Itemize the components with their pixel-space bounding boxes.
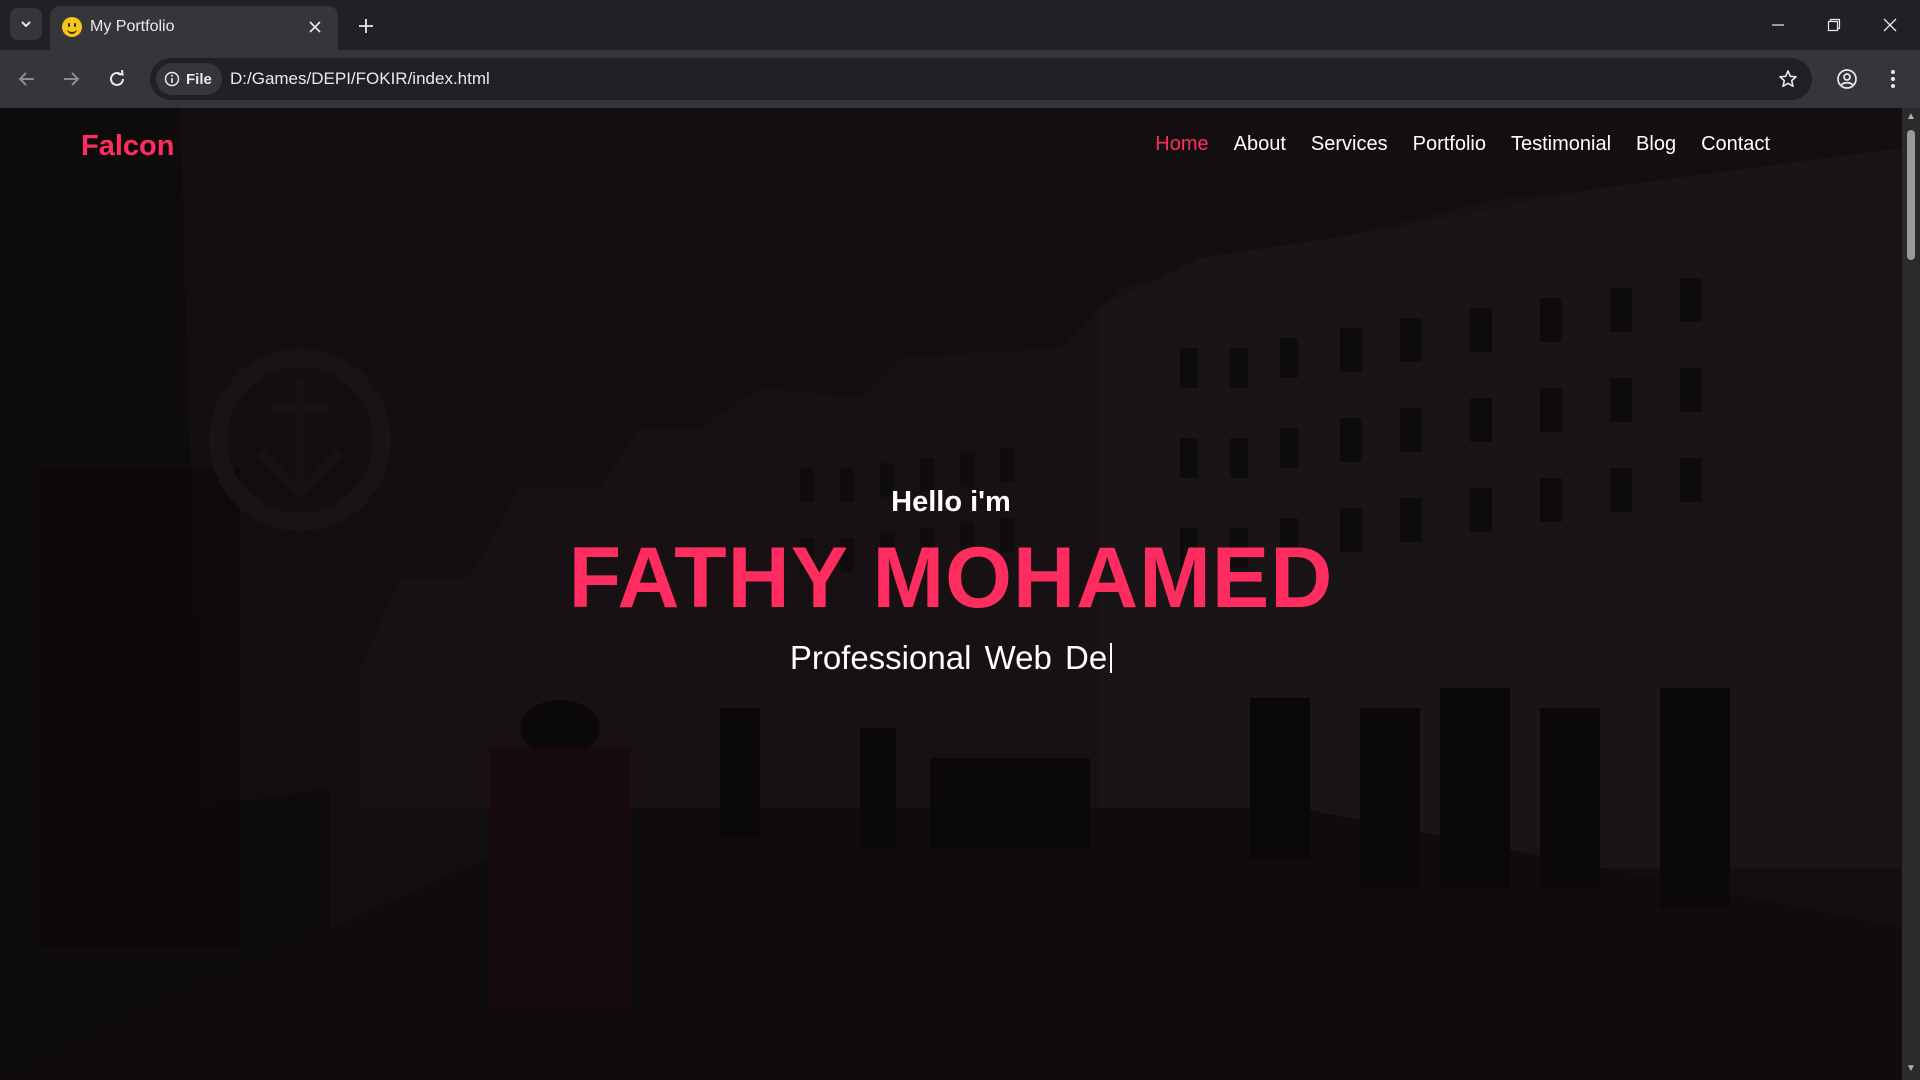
menu-button[interactable] [1876,62,1910,96]
arrow-right-icon [64,72,80,86]
chevron-down-icon [21,21,31,28]
reload-icon [110,70,124,86]
close-icon [1883,18,1897,32]
browser-toolbar: File D:/Games/DEPI/FOKIR/index.html [0,50,1920,108]
hero-typed-role: Professional Web De [0,639,1902,677]
nav-link-blog[interactable]: Blog [1636,133,1676,156]
browser-tab-bar: My Portfolio [0,0,1920,50]
address-bar[interactable]: File D:/Games/DEPI/FOKIR/index.html [150,58,1812,100]
restore-button[interactable] [1806,0,1862,50]
nav-link-testimonial[interactable]: Testimonial [1511,133,1611,156]
arrow-left-icon [18,72,34,86]
nav-link-contact[interactable]: Contact [1701,133,1770,156]
back-button[interactable] [10,62,44,96]
page-viewport: Falcon Home About Services Portfolio Tes… [0,108,1902,1080]
reload-button[interactable] [100,62,134,96]
page-scrollbar[interactable]: ▲ ▼ [1902,108,1920,1080]
info-icon [164,71,180,87]
typed-text: Professional Web De [789,639,1108,676]
browser-tab[interactable]: My Portfolio [50,6,338,50]
close-icon [309,21,321,33]
profile-icon [1837,69,1857,89]
plus-icon [359,19,373,33]
bookmark-button[interactable] [1776,67,1800,91]
scrollbar-thumb[interactable] [1907,130,1915,260]
minimize-button[interactable] [1750,0,1806,50]
minimize-icon [1772,24,1784,26]
nav-link-about[interactable]: About [1234,133,1286,156]
tab-close-button[interactable] [304,16,326,38]
forward-button[interactable] [54,62,88,96]
nav-link-home[interactable]: Home [1155,133,1208,156]
tab-search-button[interactable] [10,8,42,40]
smiley-favicon-icon [62,17,82,37]
profile-button[interactable] [1830,62,1864,96]
scroll-up-arrow-icon[interactable]: ▲ [1906,112,1916,122]
site-info-label: File [186,70,212,88]
nav-link-services[interactable]: Services [1311,133,1388,156]
restore-icon [1827,18,1841,32]
hero-greeting: Hello i'm [891,486,1011,518]
tab-title: My Portfolio [90,18,175,35]
hero-section: Hello i'm FATHY MOHAMED Professional Web… [0,486,1902,677]
close-window-button[interactable] [1862,0,1918,50]
scroll-down-arrow-icon[interactable]: ▼ [1906,1064,1916,1074]
new-tab-button[interactable] [352,12,380,40]
hero-name: FATHY MOHAMED [568,530,1334,626]
star-icon [1779,70,1797,88]
typing-cursor [1110,643,1113,673]
nav-link-portfolio[interactable]: Portfolio [1413,133,1486,156]
main-nav: Home About Services Portfolio Testimonia… [1155,133,1770,156]
more-vertical-icon [1891,70,1895,88]
site-info-chip[interactable]: File [156,63,222,95]
url-text[interactable]: D:/Games/DEPI/FOKIR/index.html [230,69,490,89]
site-logo[interactable]: Falcon [81,130,174,163]
